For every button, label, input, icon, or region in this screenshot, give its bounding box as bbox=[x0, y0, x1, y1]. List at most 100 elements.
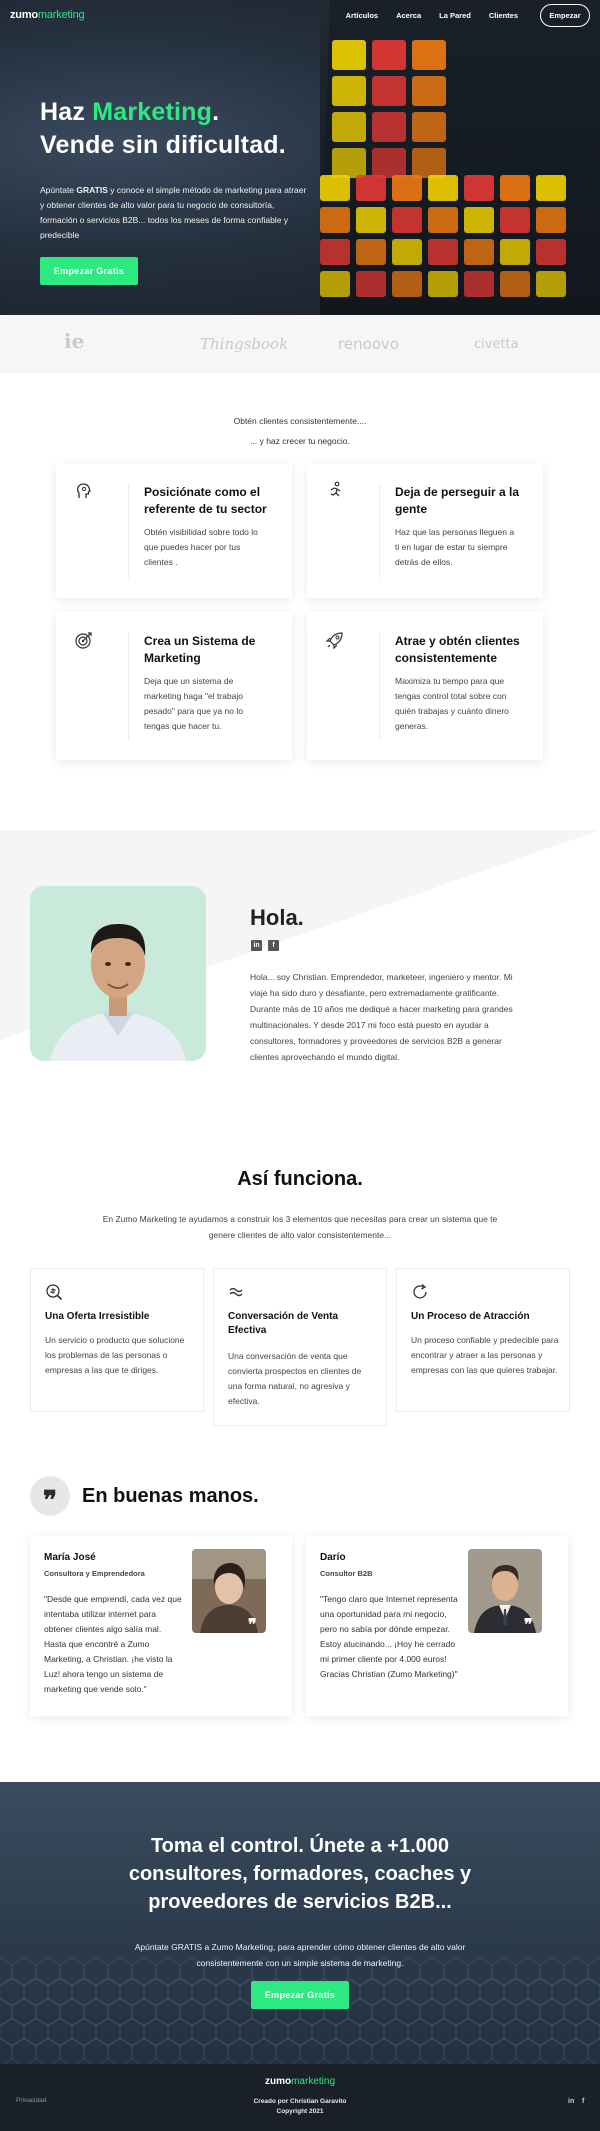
hexagon-shape bbox=[563, 2037, 589, 2064]
hexagon-shape bbox=[503, 2017, 529, 2047]
nav-link-acerca[interactable]: Acerca bbox=[396, 11, 421, 20]
hexagon-shape bbox=[347, 2037, 373, 2064]
nav-link-la-pared[interactable]: La Pared bbox=[439, 11, 471, 20]
cube-sticker bbox=[320, 207, 350, 233]
hexagon-shape bbox=[323, 2037, 349, 2064]
hexagon-shape bbox=[431, 1977, 457, 2007]
cube-sticker bbox=[412, 112, 446, 142]
hexagon-shape bbox=[191, 2017, 217, 2047]
hero-empezar-gratis-button[interactable]: Empezar Gratis bbox=[40, 257, 138, 285]
hexagon-shape bbox=[383, 1977, 409, 2007]
quote-icon: ❞ bbox=[30, 1476, 70, 1516]
benefit-title: Deja de perseguir a la gente bbox=[395, 485, 520, 516]
testimonial-role: Consultora y Emprendedora bbox=[44, 1569, 145, 1578]
hexagon-shape bbox=[407, 2017, 433, 2047]
hexagon-shape bbox=[143, 2017, 169, 2047]
hexagon-shape bbox=[23, 1977, 49, 2007]
benefit-card: Deja de perseguir a la gente Haz que las… bbox=[307, 463, 543, 598]
hexagon-shape bbox=[371, 1997, 397, 2027]
hexagon-shape bbox=[335, 2017, 361, 2047]
footer-facebook-icon[interactable]: f bbox=[582, 2098, 584, 2105]
hexagon-shape bbox=[467, 2037, 493, 2064]
how-it-works-title: Así funciona. bbox=[237, 1168, 363, 1190]
benefit-text: Haz que las personas lleguen a ti en lug… bbox=[395, 527, 515, 567]
hexagon-shape bbox=[83, 1997, 109, 2027]
about-title: Hola. bbox=[250, 905, 304, 930]
pillar-card: Un Proceso de Atracción Un proceso confi… bbox=[396, 1268, 570, 1412]
testimonial-role: Consultor B2B bbox=[320, 1569, 373, 1578]
pillar-card: Una Oferta Irresistible Un servicio o pr… bbox=[30, 1268, 204, 1412]
pillar-text: Una conversación de venta que convierta … bbox=[228, 1351, 362, 1406]
cube-sticker bbox=[500, 239, 530, 265]
cube-sticker bbox=[392, 207, 422, 233]
hexagon-shape bbox=[203, 2037, 229, 2064]
benefit-title: Atrae y obtén clientes consistentemente bbox=[395, 634, 520, 665]
card-divider bbox=[379, 632, 380, 740]
cta-title: Toma el control. Únete a +1.000 consulto… bbox=[128, 1835, 472, 1913]
hexagon-shape bbox=[479, 2017, 505, 2047]
hexagon-shape bbox=[107, 1997, 133, 2027]
hexagon-shape bbox=[263, 2017, 289, 2047]
about-text: Hola... soy Christian. Emprendedor, mark… bbox=[250, 972, 513, 1062]
hexagon-shape bbox=[179, 1997, 205, 2027]
hexagon-shape bbox=[83, 2037, 109, 2064]
site-logo[interactable]: zumomarketing bbox=[10, 9, 85, 21]
cube-sticker bbox=[356, 175, 386, 201]
footer-linkedin-icon[interactable]: in bbox=[568, 2098, 574, 2105]
how-it-works-subtitle: En Zumo Marketing te ayudamos a construi… bbox=[102, 1214, 498, 1240]
hexagon-shape bbox=[119, 1977, 145, 2007]
testimonial-card: Darío Consultor B2B "Tengo claro que Int… bbox=[306, 1536, 568, 1716]
cube-sticker bbox=[500, 207, 530, 233]
hexagon-shape bbox=[359, 2017, 385, 2047]
hexagon-shape bbox=[59, 1997, 85, 2027]
cube-sticker bbox=[412, 76, 446, 106]
hexagon-shape bbox=[35, 2037, 61, 2064]
testimonial-name: Darío bbox=[320, 1552, 346, 1563]
cube-sticker bbox=[392, 239, 422, 265]
hexagon-shape bbox=[215, 1977, 241, 2007]
footer-logo[interactable]: zumomarketing bbox=[0, 2076, 600, 2087]
hexagon-shape bbox=[371, 2037, 397, 2064]
nav-link-clientes[interactable]: Clientes bbox=[489, 11, 518, 20]
client-logos-strip: ie Thingsbook renoovo civetta bbox=[0, 315, 600, 373]
card-divider bbox=[128, 632, 129, 740]
christian-photo bbox=[30, 886, 206, 1061]
hexagon-shape bbox=[131, 1997, 157, 2027]
pillar-text: Un proceso confiable y predecible para e… bbox=[411, 1335, 559, 1375]
facebook-icon[interactable]: f bbox=[268, 940, 279, 951]
hexagon-shape bbox=[155, 1997, 181, 2027]
cta-text: Apúntate GRATIS a Zumo Marketing, para a… bbox=[134, 1942, 466, 1968]
hero-description: Apúntate GRATIS y conoce el simple métod… bbox=[40, 185, 307, 240]
hexagon-shape bbox=[515, 1957, 541, 1987]
cube-sticker bbox=[332, 76, 366, 106]
nav-link-articulos[interactable]: Artículos bbox=[346, 11, 379, 20]
nav-empezar-button[interactable]: Empezar bbox=[540, 4, 590, 27]
head-icon bbox=[76, 483, 91, 498]
hexagon-shape bbox=[515, 1997, 541, 2027]
hexagon-shape bbox=[551, 1977, 577, 2007]
avatar: ❞ bbox=[468, 1549, 542, 1633]
hexagon-shape bbox=[383, 2017, 409, 2047]
hexagon-shape bbox=[551, 2017, 577, 2047]
linkedin-icon[interactable]: in bbox=[251, 940, 262, 951]
cta-empezar-gratis-button[interactable]: Empezar Gratis bbox=[251, 1981, 349, 2009]
hexagon-shape bbox=[107, 2037, 133, 2064]
footer-credit: Creado por Christian Garavito Copyright … bbox=[253, 2098, 347, 2115]
benefit-text: Obtén visibilidad sobre todo lo que pued… bbox=[144, 527, 258, 567]
wave-icon bbox=[229, 1287, 243, 1297]
benefits-intro: Obtén clientes consistentemente.... ... … bbox=[233, 416, 367, 446]
hexagon-shape bbox=[167, 2017, 193, 2047]
hexagon-shape bbox=[35, 1997, 61, 2027]
cube-sticker bbox=[392, 271, 422, 297]
logo-renoovo: renoovo bbox=[338, 335, 399, 353]
cube-sticker bbox=[464, 271, 494, 297]
hexagon-shape bbox=[395, 1997, 421, 2027]
hexagon-shape bbox=[311, 2017, 337, 2047]
hexagon-shape bbox=[71, 2017, 97, 2047]
hexagon-shape bbox=[275, 2037, 301, 2064]
hexagon-shape bbox=[419, 2037, 445, 2064]
cube-sticker bbox=[356, 239, 386, 265]
hexagon-shape bbox=[131, 2037, 157, 2064]
hexagon-shape bbox=[419, 1997, 445, 2027]
cube-sticker bbox=[412, 40, 446, 70]
